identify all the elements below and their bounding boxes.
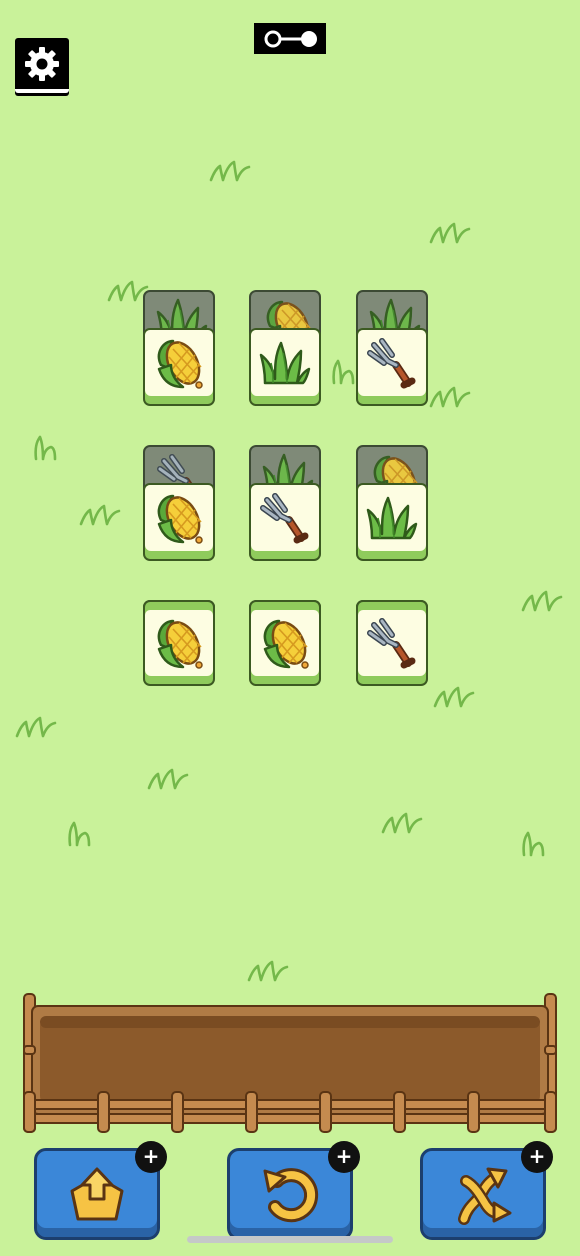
undo-button[interactable]: + (227, 1141, 360, 1240)
corn-icon (157, 619, 203, 669)
tile-face (251, 330, 319, 396)
undo-icon (263, 1168, 319, 1223)
shuffle-button[interactable]: + (420, 1141, 553, 1240)
tile-tray (23, 993, 557, 1133)
tile-face (145, 610, 213, 676)
pitchfork-icon (367, 618, 416, 669)
tile-stack (143, 600, 215, 686)
tile-stack (249, 290, 321, 406)
grass-tuft-decoration (332, 359, 355, 385)
grass-tuft-decoration (522, 831, 545, 857)
tile-face (358, 485, 426, 551)
grass-tuft-decoration (429, 386, 471, 408)
tile-corn[interactable] (143, 600, 215, 686)
shuffle-icon (458, 1167, 512, 1225)
return-tiles-badge: + (135, 1141, 167, 1173)
tile-face (251, 485, 319, 551)
grass-tuft-decoration (381, 812, 423, 834)
settings-button[interactable] (15, 38, 69, 93)
grass-icon (366, 496, 418, 540)
home-indicator (187, 1236, 393, 1243)
tile-corn[interactable] (143, 328, 215, 406)
key-slider-icon (264, 30, 317, 47)
grass-tuft-decoration (429, 222, 471, 244)
tile-face (251, 610, 319, 676)
grass-tuft-decoration (147, 768, 189, 790)
grass-tuft-decoration (34, 435, 57, 461)
grass-tuft-decoration (15, 716, 57, 738)
tile-stack (249, 600, 321, 686)
tile-corn[interactable] (143, 483, 215, 561)
tile-pitchfork[interactable] (356, 600, 428, 686)
tile-stack (356, 600, 428, 686)
corn-icon (157, 339, 203, 389)
grass-icon (259, 341, 311, 385)
pitchfork-icon (260, 493, 309, 544)
top-center-indicator[interactable] (254, 23, 326, 54)
grass-tuft-decoration (209, 160, 251, 182)
grass-tuft-decoration (79, 504, 121, 526)
tile-face (145, 485, 213, 551)
tile-grass[interactable] (249, 328, 321, 406)
undo-badge: + (328, 1141, 360, 1173)
tile-stack (356, 290, 428, 406)
grass-tuft-decoration (433, 686, 475, 708)
return-tiles-button[interactable]: + (34, 1141, 167, 1240)
tile-stack (143, 290, 215, 406)
tile-face (358, 610, 426, 676)
grass-tuft-decoration (68, 821, 91, 847)
tile-stack (356, 445, 428, 561)
grass-tuft-decoration (247, 960, 289, 982)
gear-icon (25, 46, 59, 81)
tile-stack (249, 445, 321, 561)
tile-pitchfork[interactable] (249, 483, 321, 561)
corn-icon (263, 619, 309, 669)
corn-icon (157, 494, 203, 544)
tile-stack (143, 445, 215, 561)
tile-face (358, 330, 426, 396)
shuffle-badge: + (521, 1141, 553, 1173)
box-up-arrow-icon (70, 1167, 124, 1221)
grass-tuft-decoration (521, 590, 563, 612)
pitchfork-icon (367, 338, 416, 389)
tile-grass[interactable] (356, 483, 428, 561)
tile-corn[interactable] (249, 600, 321, 686)
tile-face (145, 330, 213, 396)
tile-pitchfork[interactable] (356, 328, 428, 406)
